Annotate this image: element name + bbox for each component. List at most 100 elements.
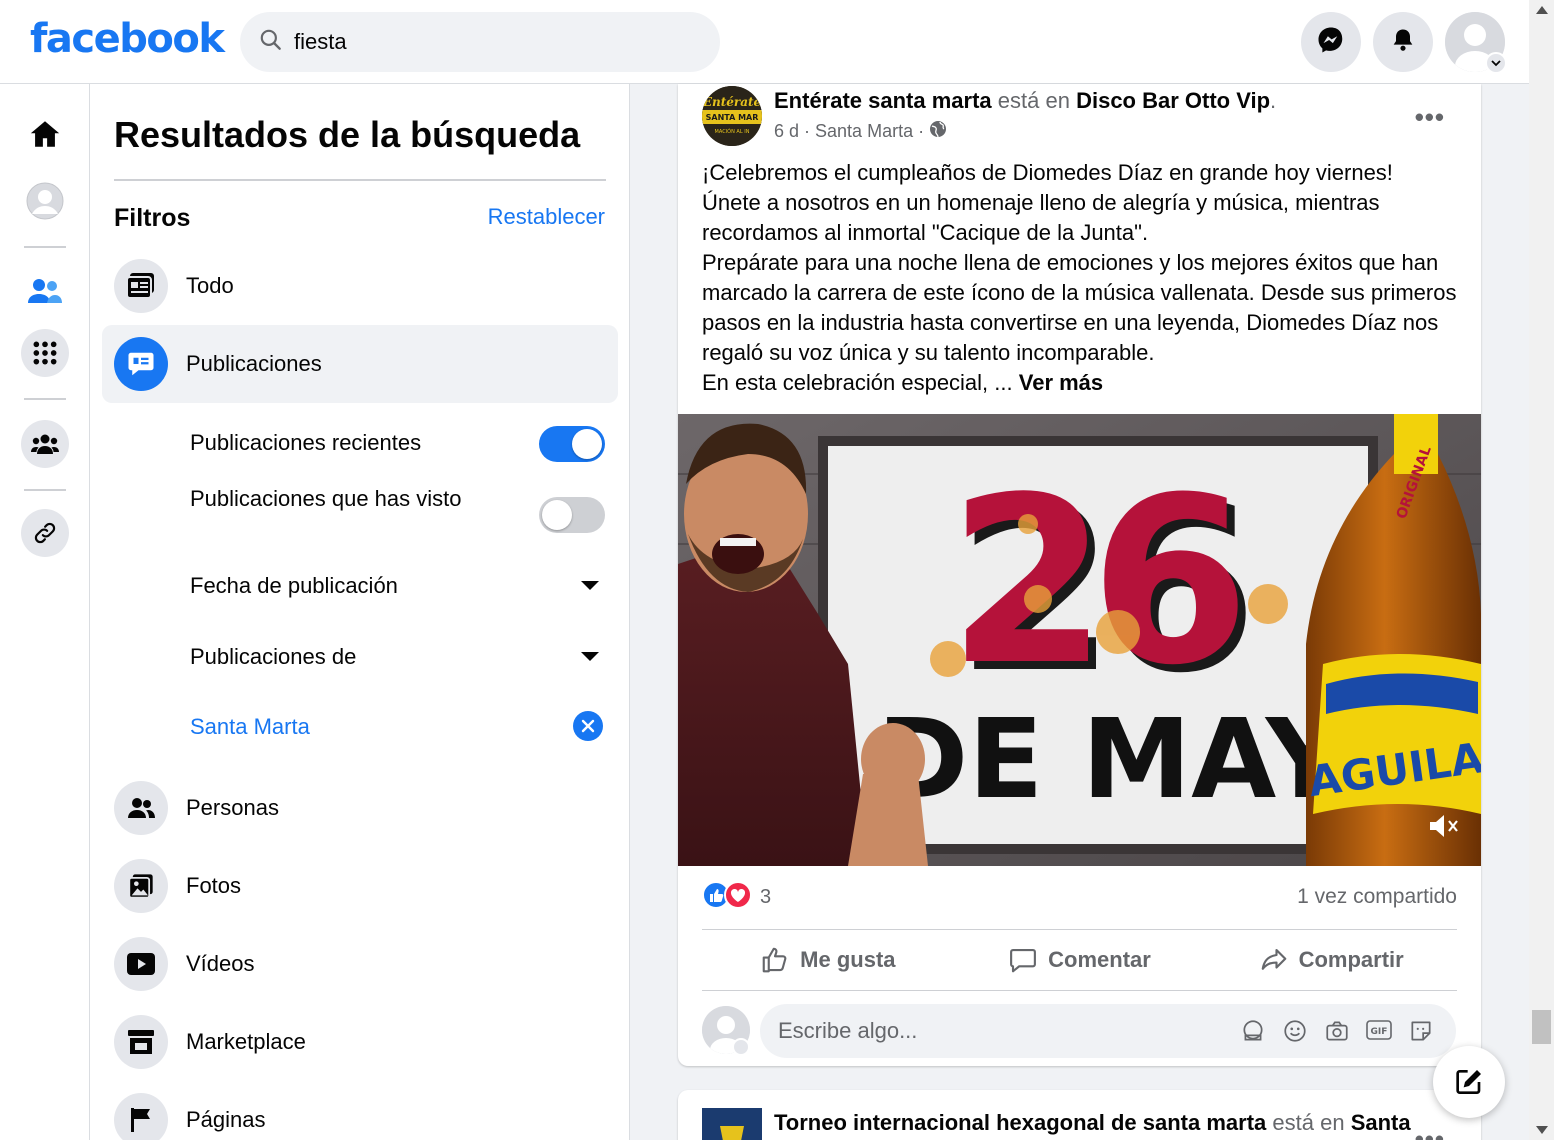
post-card: Entérate SANTA MAR MACIÓN AL IN Entérate… — [678, 84, 1481, 1066]
seen-posts-toggle[interactable] — [539, 497, 605, 533]
sticker-icon[interactable] — [1400, 1018, 1442, 1044]
separator-dot: · — [913, 121, 930, 141]
divider — [114, 179, 606, 181]
comment-composer: GIF — [702, 1004, 1457, 1060]
seen-posts-label: Publicaciones que has visto — [190, 486, 462, 511]
groups-button[interactable] — [21, 420, 69, 468]
love-reaction-icon[interactable] — [724, 880, 752, 914]
new-message-button[interactable] — [1433, 1046, 1505, 1118]
page-scrollbar[interactable] — [1529, 0, 1554, 1140]
flag-icon — [114, 1093, 168, 1140]
reactions-count[interactable]: 3 — [760, 886, 771, 909]
post-options-button[interactable]: ••• — [1415, 102, 1445, 133]
category-label: Publicaciones — [186, 351, 322, 376]
posts-from-dropdown[interactable]: Publicaciones de — [190, 644, 606, 670]
date-filter-dropdown[interactable]: Fecha de publicación — [190, 573, 606, 599]
account-menu-button[interactable] — [1485, 52, 1507, 74]
globe-icon — [929, 120, 947, 143]
avatar-logo-text: MACIÓN AL IN — [715, 128, 750, 135]
like-label: Me gusta — [800, 947, 896, 972]
category-posts[interactable]: Publicaciones — [102, 325, 618, 403]
category-videos[interactable]: Vídeos — [102, 925, 618, 1003]
caret-down-icon[interactable] — [581, 652, 599, 661]
post-time[interactable]: 6 d — [774, 121, 799, 142]
top-bar: facebook — [0, 0, 1529, 84]
category-photos[interactable]: Fotos — [102, 847, 618, 925]
place-link[interactable]: Santa — [1351, 1110, 1411, 1135]
close-icon — [581, 719, 595, 733]
post-location[interactable]: Santa Marta — [815, 121, 913, 142]
comment-icon — [1010, 948, 1037, 973]
muted-speaker-icon[interactable] — [1427, 811, 1461, 846]
feed-icon — [114, 259, 168, 313]
comment-input[interactable] — [778, 1018, 1238, 1044]
place-link[interactable]: Disco Bar Otto Vip — [1076, 88, 1270, 113]
home-icon — [30, 121, 60, 147]
page-avatar[interactable] — [702, 1108, 762, 1140]
facebook-logo[interactable]: facebook — [30, 16, 225, 62]
clear-location-button[interactable] — [573, 711, 603, 741]
category-label: Fotos — [186, 873, 242, 898]
messenger-icon — [1316, 25, 1346, 60]
link-icon — [34, 522, 56, 544]
category-label: Marketplace — [186, 1029, 306, 1054]
category-marketplace[interactable]: Marketplace — [102, 1003, 618, 1081]
reset-link[interactable]: Restablecer — [488, 204, 605, 230]
post-meta: 6 d · Santa Marta · — [774, 120, 947, 143]
camera-icon[interactable] — [1316, 1018, 1358, 1044]
compose-icon — [1456, 1070, 1481, 1094]
friends-icon — [28, 279, 62, 303]
home-button[interactable] — [21, 110, 69, 158]
comment-button[interactable]: Comentar — [954, 930, 1206, 990]
category-pages[interactable]: Páginas — [102, 1081, 618, 1140]
emoji-icon[interactable] — [1274, 1018, 1316, 1044]
scroll-down-arrow[interactable] — [1536, 1126, 1548, 1134]
search-input[interactable] — [294, 29, 674, 55]
author-link[interactable]: Entérate santa marta — [774, 88, 992, 113]
checkin-connector: está en — [997, 88, 1070, 113]
rail-divider — [24, 246, 66, 248]
scrollbar-thumb[interactable] — [1532, 1010, 1551, 1044]
author-link[interactable]: Torneo internacional hexagonal de santa … — [774, 1110, 1266, 1135]
avatar-sticker-icon[interactable] — [1232, 1018, 1274, 1044]
menu-button[interactable] — [21, 329, 69, 377]
gif-icon[interactable]: GIF — [1358, 1018, 1400, 1044]
rail-divider — [24, 398, 66, 400]
post-text-line: En esta celebración especial, ... — [702, 370, 1013, 395]
page-avatar[interactable]: Entérate SANTA MAR MACIÓN AL IN — [702, 86, 762, 146]
profile-nav-button[interactable] — [21, 177, 69, 225]
post-actions: Me gusta Comentar Compartir — [702, 930, 1457, 990]
post-text-line: Únete a nosotros en un homenaje lleno de… — [702, 190, 1380, 245]
photos-icon — [114, 859, 168, 913]
messenger-button[interactable] — [1301, 12, 1361, 72]
post-video[interactable]: 26 26 DE MAYO AGUILA ORIGINAL — [678, 414, 1481, 866]
posts-icon — [114, 337, 168, 391]
recent-posts-toggle[interactable] — [539, 426, 605, 462]
category-all[interactable]: Todo — [102, 247, 618, 325]
post-options-button[interactable]: ••• — [1415, 1124, 1445, 1140]
category-people[interactable]: Personas — [102, 769, 618, 847]
friends-button[interactable] — [21, 267, 69, 315]
share-icon — [1261, 948, 1286, 970]
search-box[interactable] — [240, 12, 720, 72]
location-filter-chip[interactable]: Santa Marta — [190, 714, 606, 740]
see-more-link[interactable]: Ver más — [1019, 370, 1103, 395]
scroll-up-arrow[interactable] — [1536, 6, 1548, 14]
share-button[interactable]: Compartir — [1205, 930, 1457, 990]
rail-divider — [24, 489, 66, 491]
post-text-line: ¡Celebremos el cumpleaños de Diomedes Dí… — [702, 160, 1393, 185]
page-title: Resultados de la búsqueda — [114, 114, 581, 155]
media-big-number: 26 — [948, 449, 1238, 716]
video-icon — [114, 937, 168, 991]
bell-icon — [1389, 26, 1417, 59]
comment-label: Comentar — [1048, 947, 1151, 972]
people-icon — [114, 781, 168, 835]
chevron-down-icon[interactable] — [732, 1038, 750, 1056]
notifications-button[interactable] — [1373, 12, 1433, 72]
caret-down-icon[interactable] — [581, 581, 599, 590]
like-button[interactable]: Me gusta — [702, 930, 954, 990]
comment-box[interactable]: GIF — [760, 1004, 1456, 1058]
category-label: Todo — [186, 273, 234, 298]
links-button[interactable] — [21, 509, 69, 557]
shares-count[interactable]: 1 vez compartido — [1297, 885, 1457, 909]
